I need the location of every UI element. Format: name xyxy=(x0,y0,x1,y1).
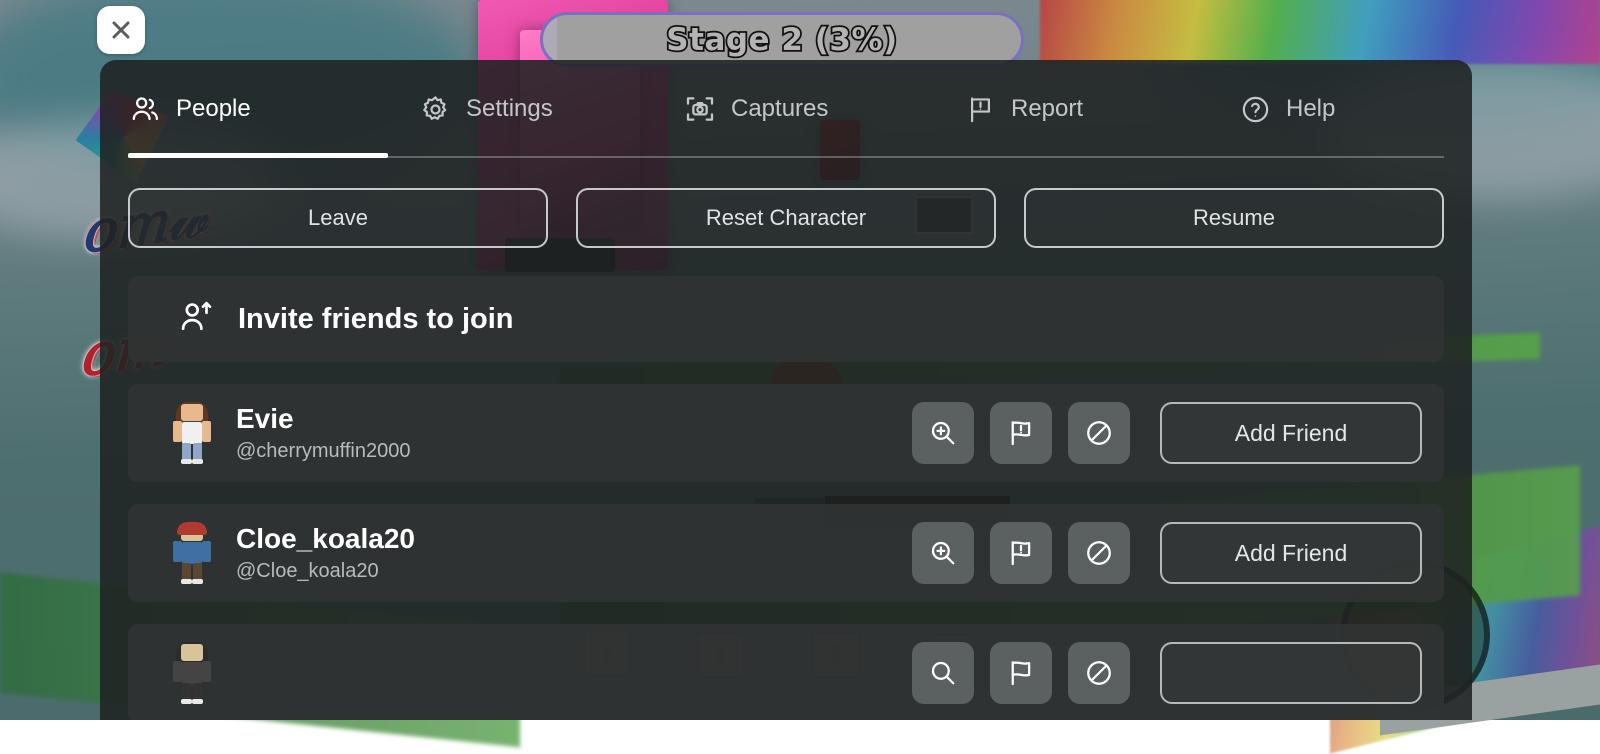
close-icon[interactable] xyxy=(97,6,145,54)
stage-progress-fill xyxy=(543,15,557,64)
reset-character-button[interactable]: Reset Character xyxy=(576,188,996,248)
menu-action-row: Leave Reset Character Resume xyxy=(100,158,1472,248)
player-handle: @Cloe_koala20 xyxy=(236,560,912,582)
tab-settings-label: Settings xyxy=(466,95,553,123)
table-row xyxy=(128,624,1444,720)
avatar xyxy=(170,522,214,584)
player-display-name: Cloe_koala20 xyxy=(236,524,912,555)
player-row-actions: Add Friend xyxy=(912,402,1422,464)
report-flag-icon[interactable] xyxy=(990,522,1052,584)
camera-icon xyxy=(683,92,717,126)
resume-button[interactable]: Resume xyxy=(1024,188,1444,248)
player-handle: @cherrymuffin2000 xyxy=(236,440,912,462)
avatar xyxy=(170,642,214,704)
player-row-actions xyxy=(912,642,1422,704)
tab-captures[interactable]: Captures xyxy=(683,60,963,158)
add-friend-button[interactable] xyxy=(1160,642,1422,704)
tab-people-label: People xyxy=(176,95,251,123)
tab-captures-label: Captures xyxy=(731,95,828,123)
table-row: Cloe_koala20 @Cloe_koala20 xyxy=(128,504,1444,602)
invite-friends-label: Invite friends to join xyxy=(238,303,514,336)
player-identity xyxy=(236,671,912,676)
invite-friends-row[interactable]: Invite friends to join xyxy=(128,276,1444,362)
question-icon xyxy=(1238,92,1272,126)
leave-button[interactable]: Leave xyxy=(128,188,548,248)
people-icon xyxy=(128,92,162,126)
player-identity: Cloe_koala20 @Cloe_koala20 xyxy=(236,524,912,582)
tab-help[interactable]: Help xyxy=(1238,60,1335,158)
block-icon[interactable] xyxy=(1068,522,1130,584)
avatar xyxy=(170,402,214,464)
stage-progress-bar: Stage 2 (3%) xyxy=(540,12,1024,67)
report-flag-icon[interactable] xyxy=(990,402,1052,464)
player-display-name: Evie xyxy=(236,404,912,435)
tab-people[interactable]: People xyxy=(128,60,418,158)
tab-report-label: Report xyxy=(1011,95,1083,123)
report-flag-icon[interactable] xyxy=(990,642,1052,704)
flag-icon xyxy=(963,92,997,126)
table-row: Evie @cherrymuffin2000 xyxy=(128,384,1444,482)
stage-progress-label: Stage 2 (3%) xyxy=(666,22,897,58)
player-row-actions: Add Friend xyxy=(912,522,1422,584)
add-friend-button[interactable]: Add Friend xyxy=(1160,522,1422,584)
inspect-icon[interactable] xyxy=(912,402,974,464)
in-game-menu-panel: People Settings Captures xyxy=(100,60,1472,720)
rainbow-wall xyxy=(1040,0,1600,64)
player-identity: Evie @cherrymuffin2000 xyxy=(236,404,912,462)
block-icon[interactable] xyxy=(1068,402,1130,464)
add-friend-button[interactable]: Add Friend xyxy=(1160,402,1422,464)
person-add-icon xyxy=(178,299,214,340)
tab-active-indicator xyxy=(128,153,388,158)
menu-tab-bar: People Settings Captures xyxy=(100,60,1472,158)
tab-help-label: Help xyxy=(1286,95,1335,123)
inspect-icon[interactable] xyxy=(912,642,974,704)
tab-settings[interactable]: Settings xyxy=(418,60,683,158)
block-icon[interactable] xyxy=(1068,642,1130,704)
gear-icon xyxy=(418,92,452,126)
tab-report[interactable]: Report xyxy=(963,60,1238,158)
inspect-icon[interactable] xyxy=(912,522,974,584)
